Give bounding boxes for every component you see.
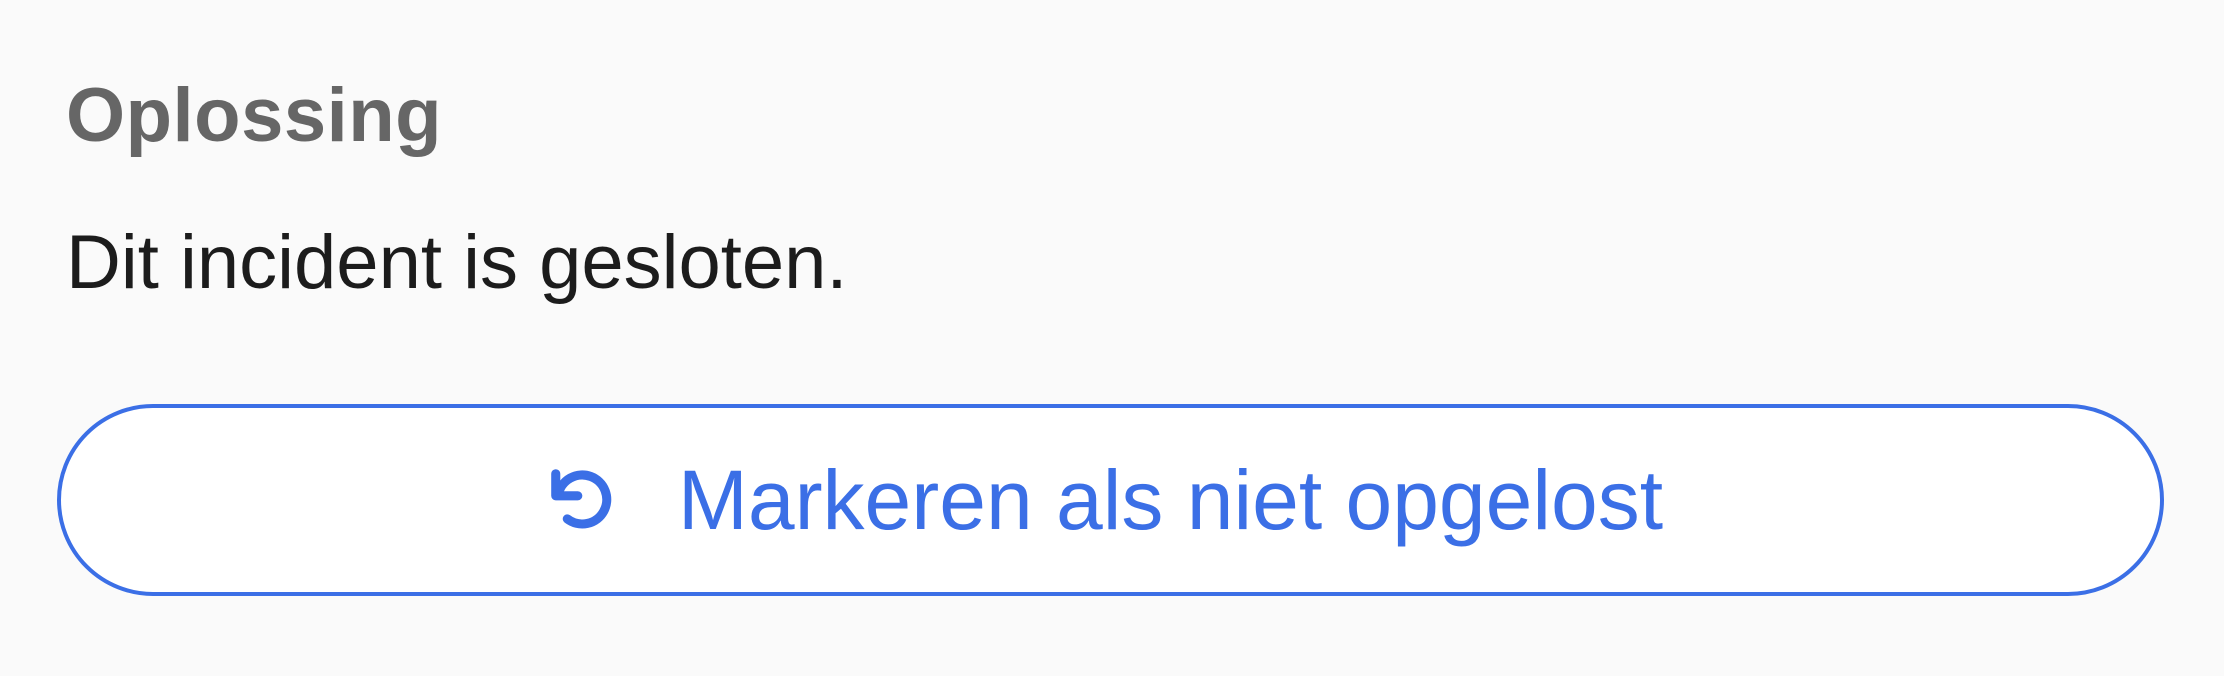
button-label: Markeren als niet opgelost [677,453,1664,547]
resolution-message: Dit incident is gesloten. [66,220,848,305]
resolution-panel: Oplossing Dit incident is gesloten. Mark… [0,0,2224,676]
mark-unresolved-button[interactable]: Markeren als niet opgelost [57,404,2164,596]
undo-icon [540,458,624,542]
button-content: Markeren als niet opgelost [540,458,1663,542]
section-title: Oplossing [66,73,443,158]
